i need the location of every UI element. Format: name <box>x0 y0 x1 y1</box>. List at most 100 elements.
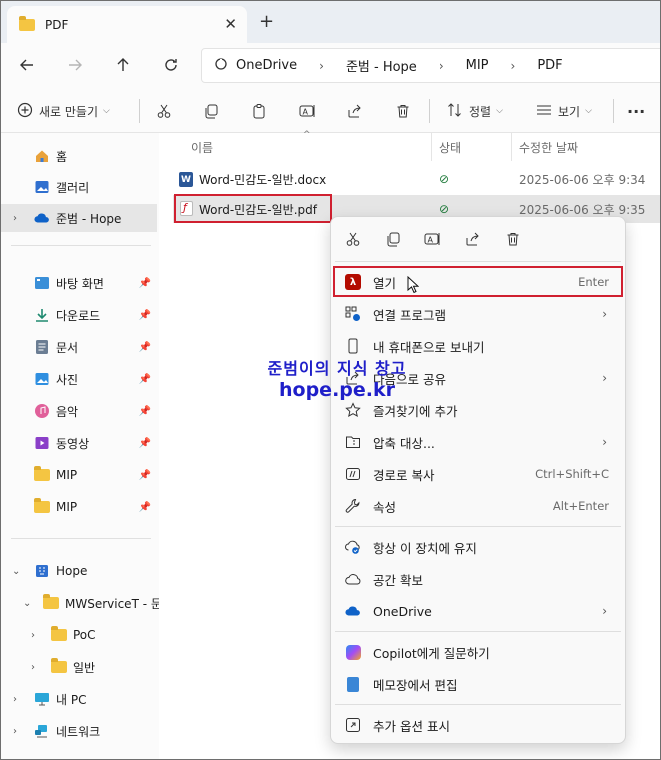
open-with-icon <box>345 306 361 322</box>
chevron-right-icon[interactable]: › <box>31 630 35 641</box>
wrench-icon <box>345 498 361 514</box>
column-divider[interactable] <box>511 133 512 161</box>
back-arrow-icon[interactable] <box>15 53 39 77</box>
tab-title: PDF <box>45 17 69 32</box>
sidebar-item-downloads[interactable]: 다운로드 📌 <box>1 301 159 329</box>
column-divider[interactable] <box>431 133 432 161</box>
menu-item-copy-path[interactable]: 경로로 복사 Ctrl+Shift+C <box>335 460 621 488</box>
rename-icon[interactable]: A <box>299 99 317 123</box>
sidebar-item-hope-org[interactable]: ⌄ Hope <box>1 557 159 585</box>
more-options-button[interactable]: ··· <box>627 99 645 123</box>
menu-item-show-more-options[interactable]: 추가 옵션 표시 <box>335 711 621 739</box>
chevron-down-icon[interactable]: ⌄ <box>23 598 31 609</box>
copy-icon[interactable] <box>203 99 219 123</box>
sidebar-item-music[interactable]: 음악 📌 <box>1 397 159 425</box>
view-label: 보기 <box>558 104 581 119</box>
delete-icon[interactable] <box>395 99 411 123</box>
column-header-modified[interactable]: 수정한 날짜 <box>519 139 578 156</box>
new-button[interactable]: 새로 만들기 ⌵ <box>17 99 110 123</box>
sidebar-item-documents[interactable]: 문서 📌 <box>1 333 159 361</box>
home-icon <box>34 148 50 164</box>
sidebar-item-general[interactable]: › 일반 <box>1 653 159 681</box>
pin-icon[interactable]: 📌 <box>139 278 151 289</box>
sidebar-item-pictures[interactable]: 사진 📌 <box>1 365 159 393</box>
sidebar-item-videos[interactable]: 동영상 📌 <box>1 429 159 457</box>
pin-icon[interactable]: 📌 <box>139 470 151 481</box>
breadcrumb-pdf[interactable]: PDF <box>537 58 562 73</box>
menu-item-onedrive[interactable]: OneDrive › <box>335 597 621 625</box>
chevron-right-icon[interactable]: › <box>31 662 35 673</box>
cut-icon[interactable] <box>343 229 363 249</box>
share-icon[interactable] <box>463 229 483 249</box>
sidebar-divider <box>11 538 151 539</box>
close-icon[interactable]: ✕ <box>224 15 237 33</box>
sidebar-item-label: 바탕 화면 <box>56 276 104 291</box>
paste-icon[interactable] <box>251 99 267 123</box>
sidebar-item-desktop[interactable]: 바탕 화면 📌 <box>1 269 159 297</box>
share-icon[interactable] <box>347 99 363 123</box>
breadcrumb-hope[interactable]: 준범 - Hope <box>346 56 417 75</box>
pin-icon[interactable]: 📌 <box>139 310 151 321</box>
sidebar-item-poc[interactable]: › PoC <box>1 621 159 649</box>
up-arrow-icon[interactable] <box>111 53 135 77</box>
menu-divider <box>335 261 621 262</box>
context-menu-toolbar: A <box>331 217 625 261</box>
sidebar-item-gallery[interactable]: 갤러리 <box>1 173 159 201</box>
pin-icon[interactable]: 📌 <box>139 502 151 513</box>
pin-icon[interactable]: 📌 <box>139 438 151 449</box>
table-row[interactable]: W Word-민감도-일반.docx ⊘ 2025-06-06 오후 9:34 <box>173 165 660 193</box>
sidebar-item-this-pc[interactable]: › 내 PC <box>1 685 159 713</box>
tab-pdf[interactable]: PDF ✕ <box>7 6 247 43</box>
chevron-right-icon[interactable]: › <box>13 726 17 737</box>
folder-icon <box>34 466 50 483</box>
sidebar-item-onedrive-hope[interactable]: › 준범 - Hope <box>1 204 157 232</box>
chevron-down-icon[interactable]: ⌄ <box>12 566 20 577</box>
sort-button[interactable]: 정렬 ⌵ <box>447 99 503 123</box>
breadcrumb-mip[interactable]: MIP <box>466 58 489 73</box>
delete-icon[interactable] <box>503 229 523 249</box>
cut-icon[interactable] <box>156 99 172 123</box>
address-row: OneDrive › 준범 - Hope › MIP › PDF <box>1 43 660 89</box>
pin-icon[interactable]: 📌 <box>139 406 151 417</box>
view-button[interactable]: 보기 ⌵ <box>536 99 592 123</box>
pictures-icon <box>34 371 50 387</box>
forward-arrow-icon[interactable] <box>63 53 87 77</box>
menu-item-keep-on-device[interactable]: 항상 이 장치에 유지 <box>335 533 621 561</box>
phone-icon <box>345 338 361 354</box>
chevron-right-icon[interactable]: › <box>13 213 17 224</box>
chevron-right-icon: › <box>438 58 444 73</box>
menu-item-ask-copilot[interactable]: Copilot에게 질문하기 <box>335 638 621 666</box>
rename-icon[interactable]: A <box>423 229 443 249</box>
column-header-status[interactable]: 상태 <box>439 139 461 156</box>
chevron-right-icon: › <box>602 371 607 385</box>
menu-item-open-with[interactable]: 연결 프로그램 › <box>335 300 621 328</box>
column-header-name[interactable]: 이름 <box>191 139 213 156</box>
sidebar-item-mip-1[interactable]: MIP 📌 <box>1 461 159 489</box>
archive-icon <box>345 434 361 450</box>
pin-icon[interactable]: 📌 <box>139 374 151 385</box>
copy-icon[interactable] <box>383 229 403 249</box>
sidebar-item-mip-2[interactable]: MIP 📌 <box>1 493 159 521</box>
sidebar-item-network[interactable]: › 네트워크 <box>1 717 159 745</box>
chevron-right-icon: › <box>602 307 607 321</box>
breadcrumb[interactable]: OneDrive › 준범 - Hope › MIP › PDF <box>201 48 660 83</box>
chevron-right-icon[interactable]: › <box>13 694 17 705</box>
refresh-icon[interactable] <box>159 53 183 77</box>
music-icon <box>34 403 50 419</box>
menu-item-properties[interactable]: 속성 Alt+Enter <box>335 492 621 520</box>
menu-item-compress[interactable]: 압축 대상... › <box>335 428 621 456</box>
sidebar-item-mwservicet[interactable]: ⌄ MWServiceT - 문서 <box>1 589 159 617</box>
new-button-label: 새로 만들기 <box>39 104 99 119</box>
sidebar-item-label: 음악 <box>56 404 79 419</box>
pin-icon[interactable]: 📌 <box>139 342 151 353</box>
breadcrumb-onedrive[interactable]: OneDrive <box>236 58 297 73</box>
menu-item-free-up-space[interactable]: 공간 확보 <box>335 565 621 593</box>
chevron-right-icon: › <box>602 604 607 618</box>
sidebar-item-label: MIP <box>56 500 78 514</box>
command-bar: 새로 만들기 ⌵ A 정렬 ⌵ 보기 ⌵ ··· <box>1 89 660 133</box>
menu-item-edit-notepad[interactable]: 메모장에서 편집 <box>335 670 621 698</box>
sidebar-item-home[interactable]: 홈 <box>1 142 159 170</box>
sidebar-item-label: MWServiceT - 문서 <box>65 596 159 611</box>
new-tab-button[interactable]: + <box>259 11 274 32</box>
sidebar-item-label: 다운로드 <box>56 308 101 323</box>
